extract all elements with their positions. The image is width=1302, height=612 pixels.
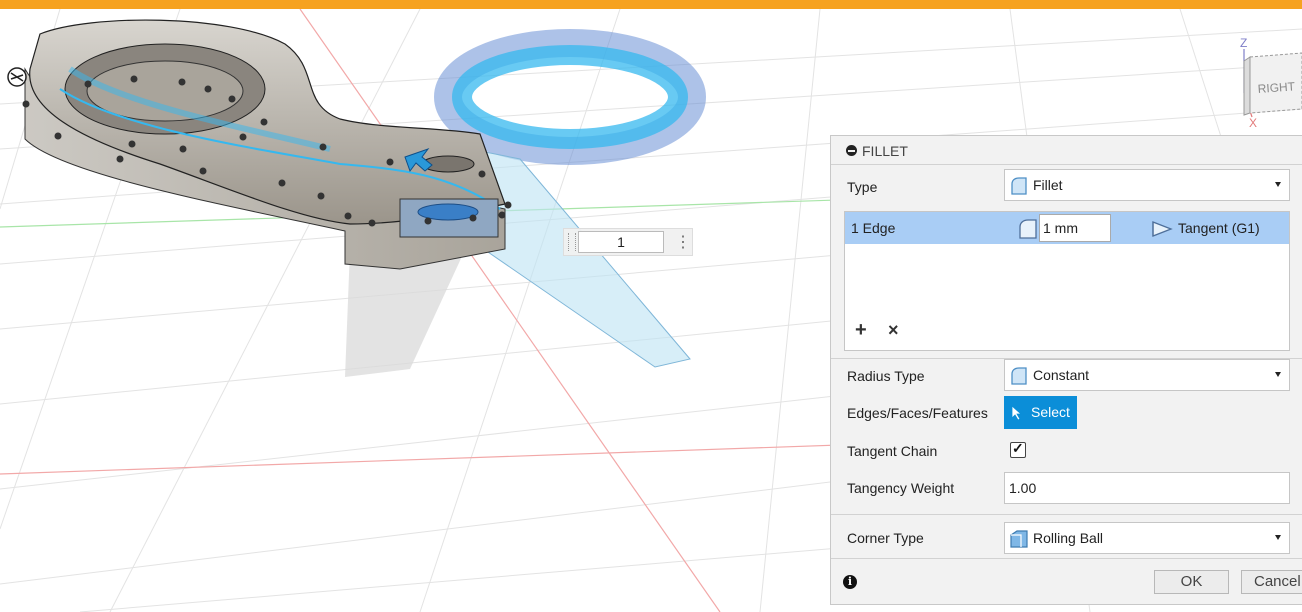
ok-button[interactable]: OK bbox=[1154, 570, 1229, 594]
viewcube-face-label: RIGHT bbox=[1257, 79, 1296, 96]
cursor-icon bbox=[1011, 405, 1023, 421]
edge-name: 1 Edge bbox=[851, 220, 896, 236]
tangent-chain-checkbox[interactable]: ✓ bbox=[1010, 440, 1026, 458]
add-edge-button[interactable]: + bbox=[855, 320, 867, 340]
tangent-continuity-icon bbox=[1152, 221, 1173, 237]
fillet-type-icon bbox=[1011, 177, 1027, 195]
radius-icon bbox=[1019, 219, 1037, 239]
top-accent-bar bbox=[0, 0, 1302, 9]
chevron-down-icon bbox=[1275, 372, 1281, 377]
pivot-icon[interactable] bbox=[7, 67, 27, 87]
edge-selection-list[interactable]: 1 Edge Tangent (G1) + × bbox=[844, 211, 1290, 351]
chevron-down-icon bbox=[1275, 535, 1281, 540]
tangency-weight-label: Tangency Weight bbox=[847, 480, 955, 496]
dialog-title: FILLET bbox=[862, 143, 908, 159]
radius-type-dropdown[interactable]: Constant bbox=[1004, 359, 1290, 391]
tangency-weight-input[interactable] bbox=[1004, 472, 1290, 504]
corner-type-dropdown[interactable]: Rolling Ball bbox=[1004, 522, 1290, 554]
model-body[interactable] bbox=[24, 19, 506, 270]
chevron-down-icon bbox=[1275, 182, 1281, 187]
type-label: Type bbox=[847, 179, 878, 195]
view-cube[interactable]: Z X RIGHT bbox=[1236, 35, 1302, 127]
edge-row[interactable]: 1 Edge Tangent (G1) bbox=[845, 212, 1289, 244]
select-label: Select bbox=[1031, 404, 1070, 420]
radius-value-box: ⋮ bbox=[563, 228, 693, 256]
radius-type-label: Radius Type bbox=[847, 368, 925, 384]
constant-radius-icon bbox=[1011, 367, 1027, 385]
more-options-icon[interactable]: ⋮ bbox=[675, 233, 691, 253]
type-dropdown[interactable]: Fillet bbox=[1004, 169, 1290, 201]
divider bbox=[831, 514, 1302, 515]
radius-input[interactable] bbox=[578, 231, 664, 253]
type-value: Fillet bbox=[1033, 177, 1063, 193]
collapse-icon[interactable] bbox=[846, 145, 857, 156]
select-button[interactable]: Select bbox=[1004, 396, 1077, 429]
continuity-value[interactable]: Tangent (G1) bbox=[1178, 220, 1260, 236]
tangent-chain-label: Tangent Chain bbox=[847, 443, 938, 459]
rolling-ball-icon bbox=[1010, 530, 1028, 548]
divider bbox=[831, 558, 1302, 559]
corner-type-value: Rolling Ball bbox=[1033, 530, 1104, 546]
cancel-button[interactable]: Cancel bbox=[1241, 570, 1302, 594]
checkmark-icon: ✓ bbox=[1012, 440, 1024, 456]
edges-faces-features-label: Edges/Faces/Features bbox=[847, 405, 988, 421]
z-axis-label: Z bbox=[1240, 36, 1247, 50]
edge-radius-input[interactable] bbox=[1039, 214, 1111, 242]
dialog-header[interactable]: FILLET bbox=[831, 136, 1302, 165]
radius-type-value: Constant bbox=[1033, 367, 1090, 383]
drag-grip[interactable] bbox=[568, 233, 576, 251]
x-axis-label: X bbox=[1249, 116, 1257, 127]
info-icon[interactable]: i bbox=[843, 575, 857, 589]
fillet-dialog: FILLET Type Fillet 1 Edge Tangent (G1) +… bbox=[830, 135, 1302, 605]
corner-type-label: Corner Type bbox=[847, 530, 924, 546]
remove-edge-button[interactable]: × bbox=[888, 320, 899, 340]
